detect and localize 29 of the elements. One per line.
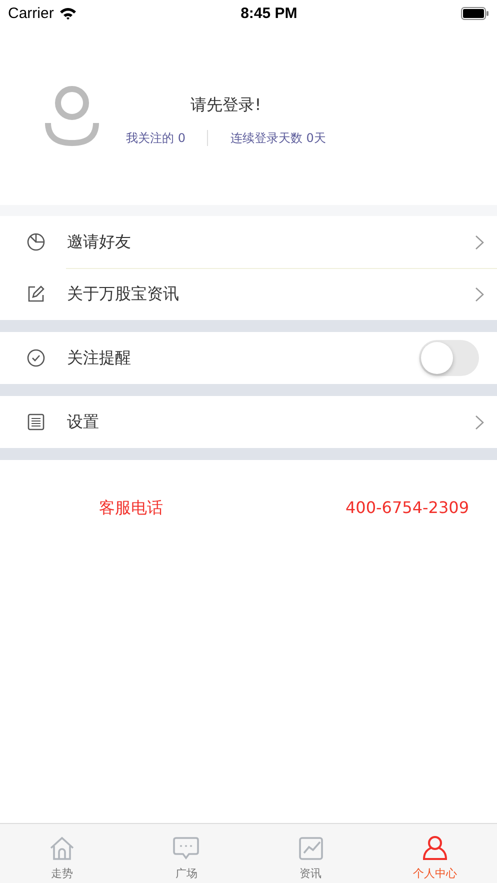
- tab-bar-item[interactable]: 广场: [124, 824, 248, 883]
- home-icon: [48, 834, 76, 862]
- login-prompt[interactable]: 请先登录!: [190, 94, 262, 116]
- menu-item-label[interactable]: 关于万股宝资讯: [67, 284, 475, 304]
- chevron-right-icon: [475, 286, 484, 302]
- person-icon: [420, 834, 449, 862]
- tab-bar-item[interactable]: 走势: [0, 824, 124, 883]
- carrier-label: Carrier: [8, 4, 54, 22]
- hotline-number[interactable]: 400-6754-2309: [345, 498, 469, 519]
- stat-label: 连续登录天数 0天: [230, 130, 326, 146]
- status-time: 8:45 PM: [240, 4, 298, 22]
- menu-item-label[interactable]: 设置: [67, 412, 475, 432]
- menu-item-label[interactable]: 邀请好友: [67, 232, 475, 252]
- chat-bubble-icon: [172, 834, 200, 862]
- chart-icon: [296, 834, 325, 862]
- wifi-icon: [58, 6, 77, 20]
- menu-item-label[interactable]: 关注提醒: [67, 348, 419, 368]
- check-circle-icon: [26, 348, 46, 368]
- hotline-label: 客服电话: [99, 498, 163, 519]
- avatar-icon[interactable]: [44, 84, 100, 146]
- chevron-right-icon: [475, 234, 484, 250]
- chevron-right-icon: [475, 414, 484, 430]
- edit-icon: [26, 284, 46, 304]
- toggle-switch[interactable]: [419, 340, 479, 376]
- list-icon: [26, 412, 46, 432]
- battery-icon: [460, 6, 489, 20]
- pie-chart-icon: [26, 232, 46, 252]
- tab-bar-item[interactable]: 资讯: [248, 824, 373, 883]
- stat-label: 我关注的 0: [126, 130, 186, 146]
